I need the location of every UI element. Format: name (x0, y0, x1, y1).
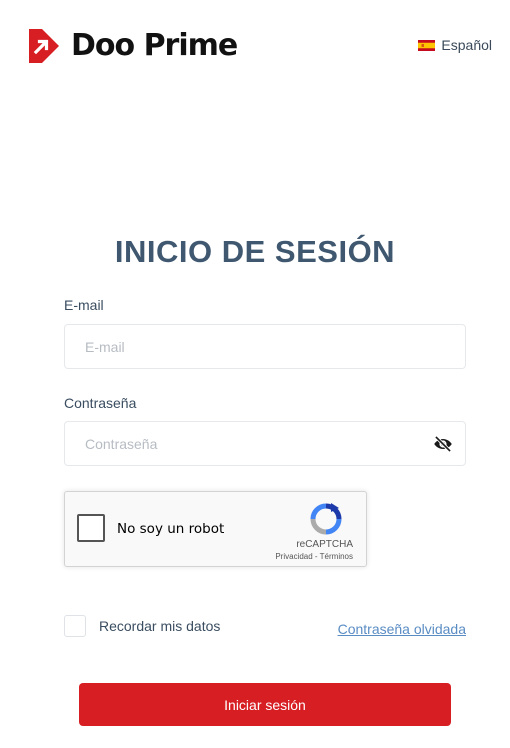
recaptcha-label: No soy un robot (117, 521, 225, 537)
spain-flag-icon (418, 39, 436, 51)
doo-prime-logo-icon (29, 29, 59, 63)
brand-logo[interactable]: Doo Prime (26, 28, 238, 64)
email-field-wrapper (64, 324, 466, 369)
password-field-wrapper (64, 421, 466, 466)
recaptcha-links[interactable]: Privacidad - Términos (275, 552, 353, 561)
remember-checkbox[interactable] (64, 615, 86, 637)
brand-name: Doo Prime (71, 28, 238, 63)
language-selector[interactable]: Español (418, 37, 492, 53)
login-button[interactable]: Iniciar sesión (79, 683, 451, 726)
recaptcha-brand: reCAPTCHA (296, 539, 353, 550)
language-label: Español (441, 37, 492, 53)
page-title: INICIO DE SESIÓN (114, 234, 396, 269)
remember-label[interactable]: Recordar mis datos (99, 618, 220, 634)
recaptcha-widget: No soy un robot reCAPTCHA Privacidad - T… (64, 491, 367, 567)
forgot-password-link[interactable]: Contraseña olvidada (338, 621, 466, 637)
password-label: Contraseña (64, 395, 137, 411)
eye-slash-icon[interactable] (433, 434, 453, 454)
email-label: E-mail (64, 297, 104, 313)
recaptcha-logo-icon (310, 503, 342, 535)
recaptcha-checkbox[interactable] (77, 514, 105, 542)
email-input[interactable] (65, 325, 465, 368)
password-input[interactable] (65, 422, 465, 465)
